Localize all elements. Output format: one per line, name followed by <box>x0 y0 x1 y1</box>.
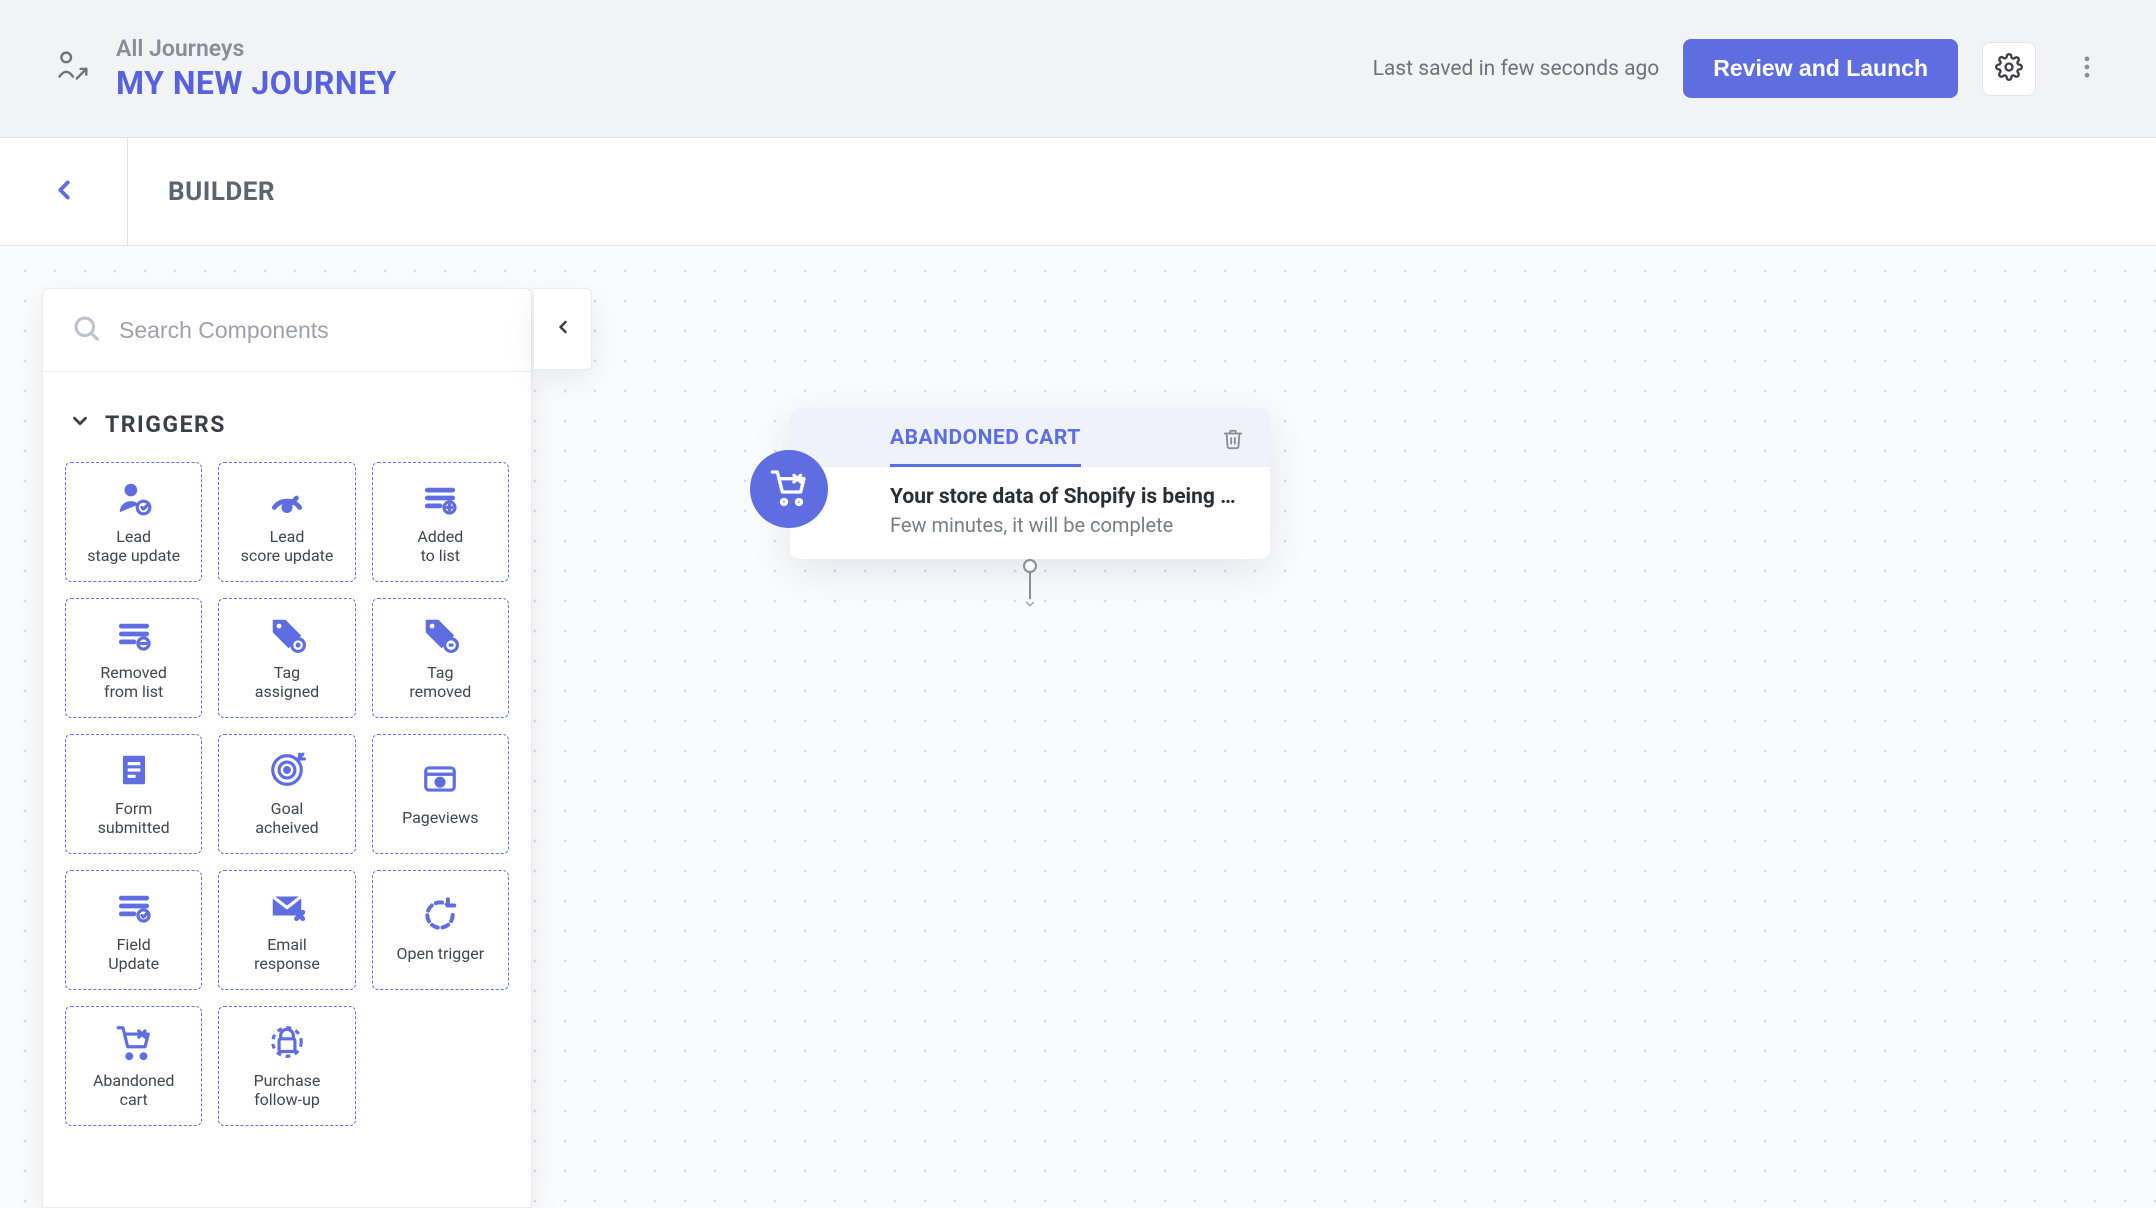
lead-stage-update-icon <box>115 479 153 517</box>
trigger-card-email-response[interactable]: Email response <box>218 870 355 990</box>
trigger-card-label: Removed from list <box>100 663 167 701</box>
form-submitted-icon <box>115 751 153 789</box>
trigger-card-lead-stage-update[interactable]: Lead stage update <box>65 462 202 582</box>
trigger-card-pageviews[interactable]: Pageviews <box>372 734 509 854</box>
abandoned-cart-icon <box>769 467 809 511</box>
settings-button[interactable] <box>1982 42 2036 96</box>
lead-score-update-icon <box>268 479 306 517</box>
node-abandoned-cart[interactable]: ABANDONED CART Your store data of Shopif… <box>790 408 1270 559</box>
trigger-card-label: Tag removed <box>409 663 471 701</box>
trigger-card-label: Added to list <box>417 527 463 565</box>
trigger-card-field-update[interactable]: Field Update <box>65 870 202 990</box>
back-button[interactable] <box>0 138 128 245</box>
trigger-card-label: Lead stage update <box>87 527 180 565</box>
subbar: BUILDER <box>0 138 2156 246</box>
trigger-card-label: Pageviews <box>402 808 478 827</box>
trigger-card-label: Email response <box>254 935 320 973</box>
arrow-down-icon <box>1023 599 1037 611</box>
collapse-panel-button[interactable] <box>534 288 592 370</box>
trigger-card-label: Abandoned cart <box>93 1071 174 1109</box>
last-saved-label: Last saved in few seconds ago <box>1373 57 1660 81</box>
trigger-card-goal-acheived[interactable]: Goal acheived <box>218 734 355 854</box>
abandoned-cart-icon <box>115 1023 153 1061</box>
email-response-icon <box>268 887 306 925</box>
tag-removed-icon <box>421 615 459 653</box>
triggers-section-header[interactable]: TRIGGERS <box>69 410 505 438</box>
more-button[interactable] <box>2060 42 2114 96</box>
search-bar <box>43 289 531 372</box>
trigger-card-open-trigger[interactable]: Open trigger <box>372 870 509 990</box>
trigger-card-abandoned-cart[interactable]: Abandoned cart <box>65 1006 202 1126</box>
trigger-card-label: Lead score update <box>241 527 334 565</box>
trigger-card-purchase-follow-up[interactable]: Purchase follow-up <box>218 1006 355 1126</box>
removed-from-list-icon <box>115 615 153 653</box>
tag-assigned-icon <box>268 615 306 653</box>
triggers-grid: Lead stage update Lead score update Added … <box>65 462 509 1126</box>
node-message-line2: Few minutes, it will be complete <box>890 513 1244 537</box>
review-and-launch-button[interactable]: Review and Launch <box>1683 39 1958 98</box>
field-update-icon <box>115 887 153 925</box>
search-input[interactable] <box>119 317 503 344</box>
added-to-list-icon <box>421 479 459 517</box>
trigger-card-lead-score-update[interactable]: Lead score update <box>218 462 355 582</box>
trash-icon <box>1222 435 1244 454</box>
node-title: ABANDONED CART <box>890 426 1081 467</box>
gear-icon <box>1995 53 2023 84</box>
triggers-heading-label: TRIGGERS <box>105 411 226 438</box>
trigger-card-label: Tag assigned <box>255 663 319 701</box>
topbar: All Journeys MY NEW JOURNEY Last saved i… <box>0 0 2156 138</box>
trigger-card-label: Purchase follow-up <box>254 1071 321 1109</box>
journey-logo-icon <box>48 44 94 94</box>
subbar-title: BUILDER <box>168 177 275 207</box>
trigger-card-tag-assigned[interactable]: Tag assigned <box>218 598 355 718</box>
breadcrumb-parent[interactable]: All Journeys <box>116 35 397 62</box>
chevron-left-icon <box>49 175 79 209</box>
topbar-left: All Journeys MY NEW JOURNEY <box>48 35 397 102</box>
trigger-card-label: Field Update <box>108 935 159 973</box>
chevron-down-icon <box>69 410 91 438</box>
trigger-card-added-to-list[interactable]: Added to list <box>372 462 509 582</box>
trigger-card-label: Goal acheived <box>255 799 318 837</box>
canvas[interactable]: TRIGGERS Lead stage update Lead score upd… <box>0 246 2156 1208</box>
delete-node-button[interactable] <box>1222 426 1244 454</box>
search-icon <box>71 313 101 347</box>
node-badge <box>750 450 828 528</box>
trigger-card-tag-removed[interactable]: Tag removed <box>372 598 509 718</box>
components-panel: TRIGGERS Lead stage update Lead score upd… <box>42 288 532 1208</box>
page-title: MY NEW JOURNEY <box>116 64 397 102</box>
topbar-right: Last saved in few seconds ago Review and… <box>1373 39 2114 98</box>
node-message-line1: Your store data of Shopify is being sync… <box>890 485 1244 509</box>
trigger-card-label: Form submitted <box>98 799 170 837</box>
trigger-card-form-submitted[interactable]: Form submitted <box>65 734 202 854</box>
breadcrumb: All Journeys MY NEW JOURNEY <box>116 35 397 102</box>
overflow-icon <box>2073 53 2101 84</box>
pageviews-icon <box>421 760 459 798</box>
node-connector[interactable] <box>1023 559 1037 611</box>
purchase-follow-up-icon <box>268 1023 306 1061</box>
trigger-card-label: Open trigger <box>396 944 484 963</box>
open-trigger-icon <box>421 896 459 934</box>
goal-acheived-icon <box>268 751 306 789</box>
trigger-card-removed-from-list[interactable]: Removed from list <box>65 598 202 718</box>
chevron-left-icon <box>553 317 573 341</box>
